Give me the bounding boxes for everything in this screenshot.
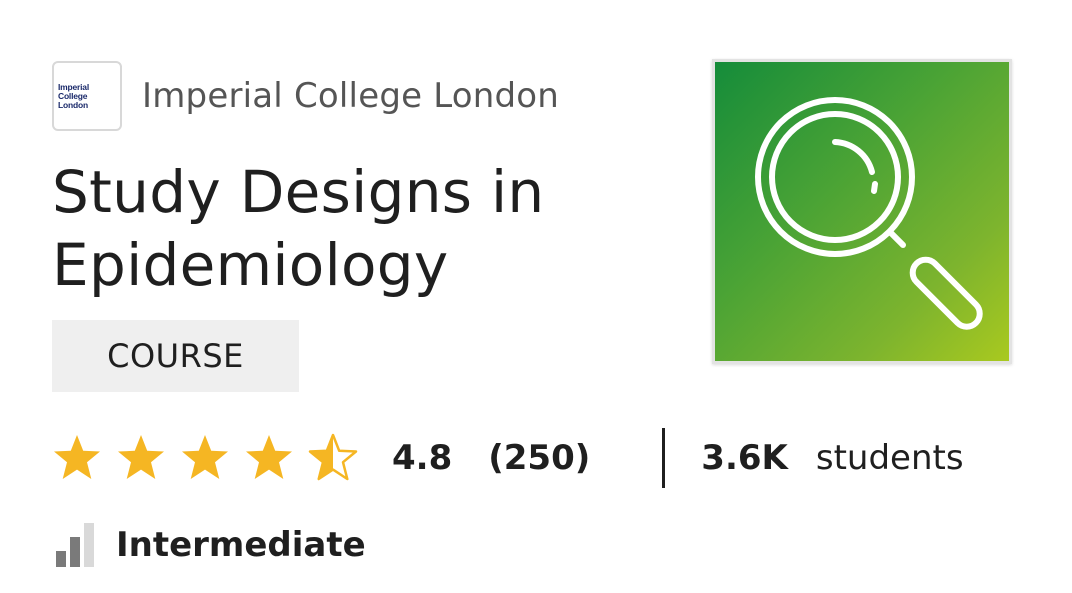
level-row: Intermediate <box>56 520 366 570</box>
star-full-icon <box>182 435 228 479</box>
course-card[interactable]: Imperial College London Imperial College… <box>0 0 1072 593</box>
star-full-icon <box>246 435 292 479</box>
stats-divider <box>662 428 666 488</box>
students-label: students <box>815 438 964 478</box>
level-label: Intermediate <box>116 525 366 565</box>
star-full-icon <box>54 435 100 479</box>
magnifying-glass-icon <box>755 97 983 330</box>
course-thumbnail[interactable] <box>712 59 1012 364</box>
difficulty-bar-3 <box>84 523 94 567</box>
rating-count: (250) <box>488 438 591 478</box>
difficulty-bars-icon <box>56 523 94 567</box>
star-full-icon <box>118 435 164 479</box>
course-title[interactable]: Study Designs in Epidemiology <box>52 156 612 302</box>
star-rating <box>52 433 358 483</box>
partner-logo: Imperial College London <box>52 61 122 131</box>
partner-row: Imperial College London Imperial College… <box>52 59 559 133</box>
course-type-badge: COURSE <box>52 320 299 392</box>
students-count: 3.6K <box>701 438 788 478</box>
partner-name: Imperial College London <box>142 76 560 116</box>
difficulty-bar-2 <box>70 537 80 567</box>
partner-logo-text: Imperial College London <box>58 81 89 110</box>
stats-row: 4.8 (250) 3.6K students <box>52 426 964 490</box>
difficulty-bar-1 <box>56 551 66 567</box>
star-half-icon <box>308 433 358 481</box>
rating-value: 4.8 <box>392 438 453 478</box>
